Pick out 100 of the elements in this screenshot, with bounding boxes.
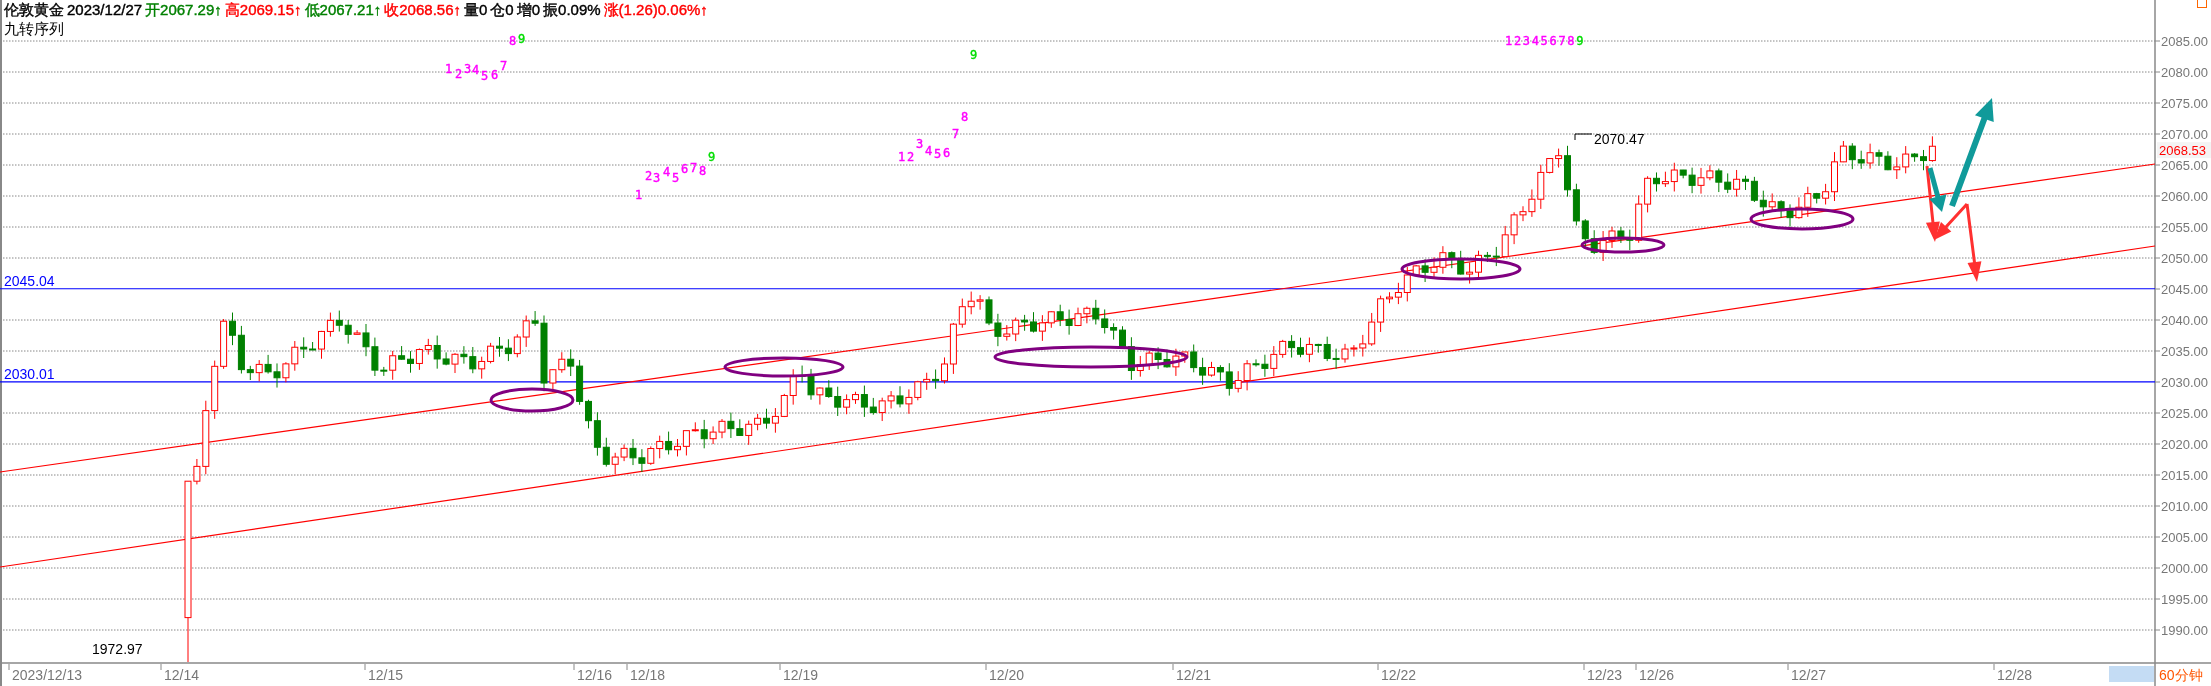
tick-mark <box>2154 40 2161 42</box>
tick-mark <box>160 663 162 671</box>
price-tick-label: 2000.00 <box>2161 561 2208 576</box>
tick-mark <box>779 663 781 671</box>
price-tick-label: 2015.00 <box>2161 468 2208 483</box>
sequence-digit: 8 <box>699 164 707 178</box>
tick-mark <box>2154 164 2161 166</box>
price-tick-label: 2040.00 <box>2161 313 2208 328</box>
tick-mark <box>2154 598 2161 600</box>
time-tick-label: 12/18 <box>630 667 666 683</box>
quote-field: 2023/12/27 <box>67 0 143 19</box>
sequence-digit: 9 <box>518 32 526 46</box>
sequence-digit: 7 <box>690 161 698 175</box>
quote-field: 仓0 <box>490 0 514 19</box>
tick-mark <box>1635 663 1637 671</box>
tick-mark <box>2154 350 2161 352</box>
tick-mark <box>2154 412 2161 414</box>
quote-field: 伦敦黄金 <box>4 0 64 19</box>
time-tick-label: 12/14 <box>164 667 200 683</box>
sequence-digit: 4 <box>472 63 480 77</box>
tick-mark <box>2154 133 2161 135</box>
price-tick-label: 2050.00 <box>2161 251 2208 266</box>
sequence-digit: 7 <box>952 127 960 141</box>
price-tick-label: 2035.00 <box>2161 344 2208 359</box>
sequence-digit: 9 <box>1576 34 1584 48</box>
quote-field: 涨(1.26)0.06%↑ <box>603 0 708 19</box>
quote-field: 开2067.29↑ <box>145 0 222 19</box>
quote-field: 低2067.21↑ <box>304 0 382 19</box>
sequence-digit: 8 <box>961 110 969 124</box>
quote-field: 振0.09% <box>543 0 601 19</box>
sequence-digit: 3 <box>916 137 924 151</box>
tick-mark <box>2154 443 2161 445</box>
sequence-digit: 5 <box>1540 34 1548 48</box>
tick-mark <box>2154 288 2161 290</box>
sequence-digit: 4 <box>663 165 671 179</box>
sequence-digit: 3 <box>1522 34 1531 48</box>
quote-field: 量0 <box>464 0 488 19</box>
price-tick-label: 2055.00 <box>2161 220 2208 235</box>
price-tick-label: 2085.00 <box>2161 34 2208 49</box>
sequence-digit: 3 <box>464 62 472 76</box>
sequence-digit: 1 <box>1505 34 1513 48</box>
tick-mark <box>1172 663 1174 671</box>
price-tick-label: 2060.00 <box>2161 189 2208 204</box>
time-tick-label: 12/26 <box>1639 667 1675 683</box>
period-label[interactable]: 60分钟 <box>2159 667 2203 683</box>
sequence-digit: 7 <box>1558 34 1566 48</box>
price-tick-label: 2075.00 <box>2161 96 2208 111</box>
price-tick-label: 1990.00 <box>2161 623 2208 638</box>
sequence-digit: 8 <box>1567 34 1575 48</box>
price-tick-label: 2070.00 <box>2161 127 2208 142</box>
sequence-digit: 6 <box>1549 34 1557 48</box>
tick-mark <box>2154 226 2161 228</box>
price-tick-label: 2025.00 <box>2161 406 2208 421</box>
time-tick-label: 12/28 <box>1997 667 2033 683</box>
level-label: 2030.01 <box>4 365 55 382</box>
leader-line <box>1574 133 1593 141</box>
sequence-digit: 1 <box>445 62 453 76</box>
sequence-digit: 9 <box>970 48 978 62</box>
price-tick-label: 2080.00 <box>2161 65 2208 80</box>
tick-mark <box>2154 381 2161 383</box>
sequence-digit: 6 <box>491 68 499 82</box>
tick-mark <box>626 663 628 671</box>
tick-mark <box>2154 71 2161 73</box>
sequence-digit: 3 <box>653 171 661 185</box>
time-tick-label: 12/19 <box>783 667 819 683</box>
sequence-digit: 6 <box>681 162 689 176</box>
tick-mark <box>2154 474 2161 476</box>
sequence-digit: 1 <box>635 188 643 202</box>
time-tick-label: 12/20 <box>989 667 1025 683</box>
sequence-digit: 2 <box>1513 34 1522 48</box>
tick-mark <box>2154 319 2161 321</box>
price-tick-label: 2010.00 <box>2161 499 2208 514</box>
sequence-digit: 5 <box>934 147 942 161</box>
high-price-label: 2070.47 <box>1594 131 1645 147</box>
indicator-name: 九转序列 <box>4 19 64 38</box>
sequence-digit: 9 <box>708 150 716 164</box>
sequence-digit: 4 <box>925 144 933 158</box>
sequence-digit: 6 <box>943 146 951 160</box>
scroll-thumb[interactable] <box>2109 666 2154 682</box>
price-tick-label: 2045.00 <box>2161 282 2208 297</box>
tick-mark <box>2154 567 2161 569</box>
price-tick-label: 2005.00 <box>2161 530 2208 545</box>
sequence-digit: 2 <box>645 169 653 183</box>
tick-mark <box>2154 102 2161 104</box>
price-tick-label: 1995.00 <box>2161 592 2208 607</box>
sequence-digit: 8 <box>509 34 517 48</box>
price-tick-label: 2020.00 <box>2161 437 2208 452</box>
tick-mark <box>2154 505 2161 507</box>
time-tick-label: 12/23 <box>1587 667 1623 683</box>
tick-mark <box>1787 663 1789 671</box>
sequence-digit: 1 <box>898 150 906 164</box>
corner-icon[interactable] <box>2197 0 2207 8</box>
tick-mark <box>1583 663 1585 671</box>
tick-mark <box>2154 257 2161 259</box>
sequence-digit: 5 <box>481 69 489 83</box>
sequence-digit: 4 <box>1531 34 1539 48</box>
time-tick-label: 12/27 <box>1791 667 1827 683</box>
sequence-digit: 5 <box>672 171 680 185</box>
tick-mark <box>985 663 987 671</box>
tick-mark <box>1993 663 1995 671</box>
